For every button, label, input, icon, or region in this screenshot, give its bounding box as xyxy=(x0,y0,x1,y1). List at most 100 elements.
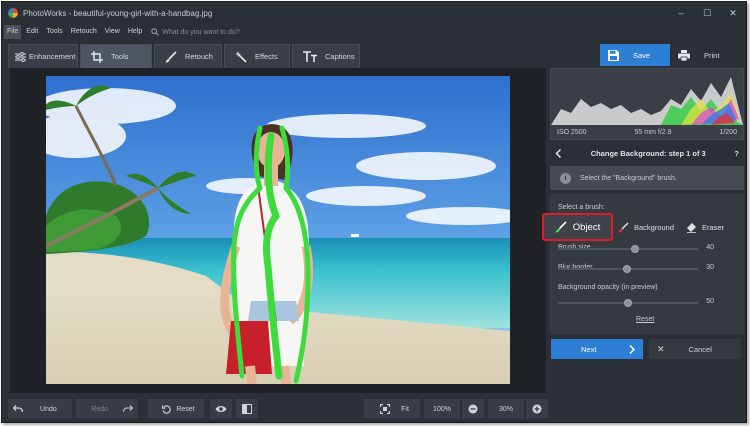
blur-border-slider[interactable] xyxy=(558,265,698,273)
cancel-button[interactable]: ✕ Cancel xyxy=(649,339,741,359)
search-icon xyxy=(151,28,160,36)
photo-preview[interactable] xyxy=(46,76,510,384)
eraser-button[interactable]: Eraser xyxy=(686,212,724,242)
zoom-in-button[interactable] xyxy=(526,399,548,419)
exif-info: ISO 2500 55 mm f/2.8 1/200 xyxy=(551,125,743,139)
undo-button[interactable]: Undo xyxy=(8,399,72,419)
window-controls: – ☐ ✕ xyxy=(668,2,746,24)
menu-tools[interactable]: Tools xyxy=(43,25,65,39)
window-title: PhotoWorks - beautiful-young-girl-with-a… xyxy=(23,8,213,18)
eraser-icon xyxy=(687,222,696,233)
title-bar: PhotoWorks - beautiful-young-girl-with-a… xyxy=(2,2,746,24)
tab-tools-label: Tools xyxy=(111,52,129,61)
step-title: Change Background: step 1 of 3 xyxy=(590,148,706,158)
floppy-disk-icon xyxy=(608,49,619,61)
plus-circle-icon xyxy=(532,404,542,414)
zoom-out-button[interactable] xyxy=(462,399,484,419)
exif-shutter: 1/200 xyxy=(719,128,737,136)
compare-button[interactable] xyxy=(236,399,258,419)
object-brush-button[interactable]: Object xyxy=(542,213,613,241)
reset-button[interactable]: Reset xyxy=(148,399,204,419)
fit-button[interactable]: Fit xyxy=(364,399,420,419)
tab-captions-label: Captions xyxy=(325,52,355,61)
tab-enhancement[interactable]: Enhancement xyxy=(8,44,78,68)
info-icon: i xyxy=(560,172,571,184)
reset-link[interactable]: Reset xyxy=(636,316,654,323)
tab-tools[interactable]: Tools xyxy=(80,44,152,68)
bottom-toolbar: Undo Redo Reset Fit 100% 30% xyxy=(2,395,746,422)
zoom-level-display: 30% xyxy=(488,399,524,419)
redo-icon xyxy=(123,405,133,413)
image-canvas[interactable] xyxy=(10,68,546,393)
compare-icon xyxy=(242,404,252,414)
step-header: Change Background: step 1 of 3 ? xyxy=(550,144,744,162)
rotate-ccw-icon xyxy=(162,404,172,414)
sliders-icon xyxy=(15,51,26,62)
eraser-label: Eraser xyxy=(702,222,725,232)
command-search-placeholder: What do you want to do? xyxy=(162,28,240,36)
preview-toggle-button[interactable] xyxy=(210,399,232,419)
redo-label: Redo xyxy=(91,405,108,413)
brush-size-knob[interactable] xyxy=(631,245,639,253)
menu-file[interactable]: File xyxy=(4,25,22,39)
redo-button[interactable]: Redo xyxy=(76,399,138,419)
zoom-level-label: 30% xyxy=(498,405,513,413)
print-button-label: Print xyxy=(704,50,720,60)
bg-opacity-knob[interactable] xyxy=(624,299,632,307)
histogram: ISO 2500 55 mm f/2.8 1/200 xyxy=(550,68,744,140)
brush-icon xyxy=(165,50,177,62)
save-button[interactable]: Save xyxy=(600,44,670,66)
print-button[interactable]: Print xyxy=(672,44,740,66)
close-icon: ✕ xyxy=(657,343,665,354)
printer-icon xyxy=(678,49,690,61)
exif-iso: ISO 2500 xyxy=(557,128,587,136)
minimize-button[interactable]: – xyxy=(668,2,694,24)
menu-edit[interactable]: Edit xyxy=(23,25,41,39)
close-button[interactable]: ✕ xyxy=(720,2,746,24)
bg-opacity-label: Background opacity (in preview) xyxy=(558,284,658,291)
tab-bar: Enhancement Tools Retouch Effects Captio… xyxy=(2,42,746,68)
exif-lens: 55 mm f/2.8 xyxy=(634,128,672,136)
chevron-right-icon xyxy=(629,344,635,354)
help-button[interactable]: ? xyxy=(734,149,739,158)
brush-size-slider[interactable] xyxy=(558,245,698,253)
tab-retouch-label: Retouch xyxy=(185,52,213,61)
cancel-button-label: Cancel xyxy=(688,344,712,354)
maximize-button[interactable]: ☐ xyxy=(694,2,720,24)
back-chevron-icon[interactable] xyxy=(555,148,562,158)
tab-effects[interactable]: Effects xyxy=(224,44,290,68)
minus-circle-icon xyxy=(468,404,478,414)
select-brush-label: Select a brush: xyxy=(558,204,605,211)
tab-enhancement-label: Enhancement xyxy=(29,52,76,61)
blur-border-value: 30 xyxy=(706,264,714,271)
menu-retouch[interactable]: Retouch xyxy=(68,25,100,39)
object-brush-label: Object xyxy=(572,221,601,233)
eye-icon xyxy=(215,406,227,412)
brush-size-value: 40 xyxy=(706,244,714,251)
fit-screen-icon xyxy=(380,404,391,414)
next-button[interactable]: Next xyxy=(551,339,643,359)
hint-box: i Select the "Background" brush. xyxy=(550,166,744,190)
bg-opacity-slider[interactable] xyxy=(558,299,698,307)
object-brush-icon xyxy=(555,221,567,233)
blur-border-knob[interactable] xyxy=(622,265,631,273)
zoom-100-label: 100% xyxy=(433,405,451,413)
bg-opacity-value: 50 xyxy=(706,298,714,305)
reset-button-label: Reset xyxy=(176,405,195,413)
app-logo-icon xyxy=(8,8,18,18)
undo-label: Undo xyxy=(40,405,57,413)
zoom-100-button[interactable]: 100% xyxy=(424,399,460,419)
app-window: PhotoWorks - beautiful-young-girl-with-a… xyxy=(1,1,747,423)
background-brush-button[interactable]: Background xyxy=(618,212,674,242)
menu-bar: File Edit Tools Retouch View Help What d… xyxy=(2,24,746,40)
menu-view[interactable]: View xyxy=(102,25,123,39)
crop-icon xyxy=(91,50,103,63)
undo-icon xyxy=(13,405,23,413)
tab-captions[interactable]: Captions xyxy=(292,44,360,68)
command-search[interactable]: What do you want to do? xyxy=(151,28,240,36)
hint-text: Select the "Background" brush. xyxy=(580,174,677,182)
magic-wand-icon xyxy=(235,50,247,63)
tab-retouch[interactable]: Retouch xyxy=(154,44,222,68)
text-icon xyxy=(303,51,317,62)
menu-help[interactable]: Help xyxy=(125,25,145,39)
